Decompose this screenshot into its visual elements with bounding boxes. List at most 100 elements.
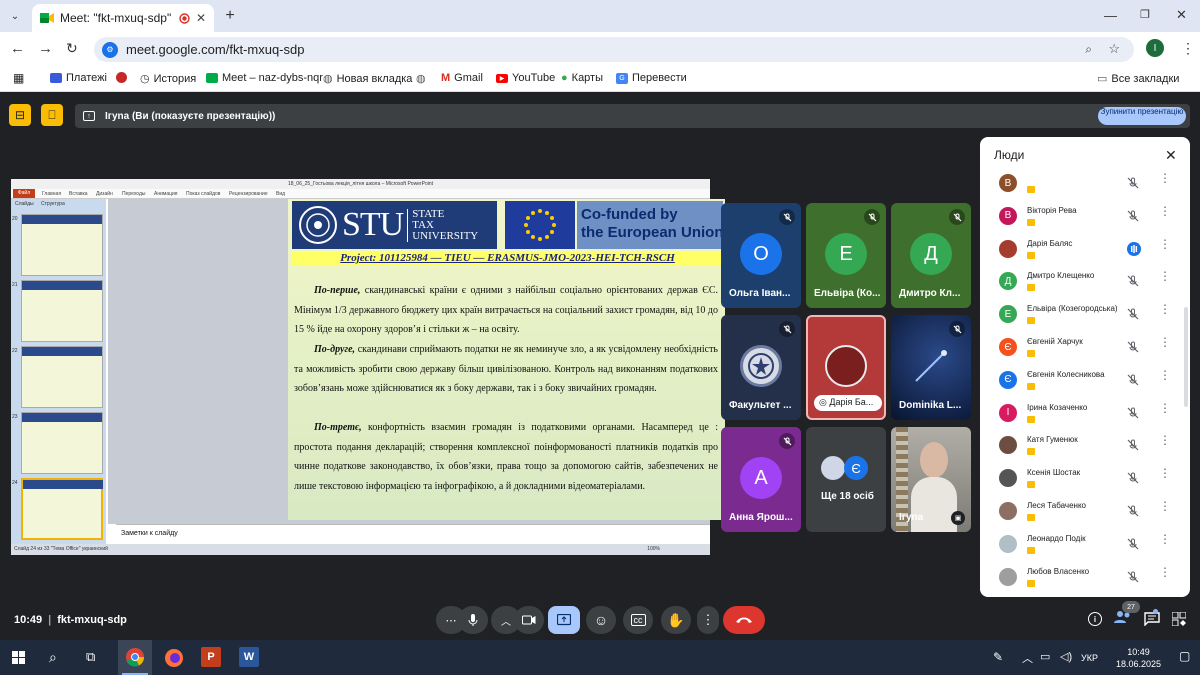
mic-button[interactable] [458, 606, 488, 634]
ppt-tab-design[interactable]: Дизайн [96, 191, 113, 197]
battery-icon[interactable]: ▭ [1040, 650, 1050, 663]
participant-list-item[interactable]: Е Ельвіра (Козегородська) ⋮ [980, 301, 1190, 333]
more-vert-icon[interactable]: ⋮ [1159, 238, 1171, 250]
participant-list-item[interactable]: В Вікторія Рева ⋮ [980, 203, 1190, 235]
slide-thumbnail[interactable] [21, 280, 103, 342]
more-vert-icon[interactable]: ⋮ [1159, 467, 1171, 479]
captions-button[interactable]: cc [623, 606, 653, 634]
more-vert-icon[interactable]: ⋮ [1159, 303, 1171, 315]
windows-start-icon[interactable] [12, 651, 25, 669]
participant-list-item[interactable]: Д Дмитро Клещенко ⋮ [980, 268, 1190, 300]
activities-button[interactable] [1171, 611, 1187, 631]
ppt-zoom[interactable]: 100% [647, 546, 660, 552]
ppt-file-tab[interactable]: Файл [13, 189, 35, 198]
close-tab-icon[interactable]: ✕ [196, 11, 206, 25]
stop-presenting-button[interactable]: Зупинити презентацію [1098, 107, 1186, 125]
participant-list-item[interactable]: Дарія Баляс ⋮ [980, 236, 1190, 268]
participant-list-item[interactable]: І Ірина Козаченко ⋮ [980, 400, 1190, 432]
present-button[interactable] [548, 606, 580, 634]
bookmark-youtube[interactable]: ▶ YouTube [496, 72, 555, 84]
taskbar-firefox[interactable] [164, 648, 184, 673]
bookmark-favicon-2[interactable]: ◍ [416, 72, 426, 85]
ppt-tab-review[interactable]: Рецензирование [229, 191, 268, 197]
hide-panel-icon[interactable]: ⊟ [9, 104, 31, 126]
ppt-tab-slideshow[interactable]: Показ слайдов [186, 191, 220, 197]
more-vert-icon[interactable]: ⋮ [1159, 566, 1171, 578]
slide-thumbnail[interactable] [21, 346, 103, 408]
omnibox[interactable]: ⚙ meet.google.com/fkt-mxuq-sdp ⌕ ☆ [94, 37, 1134, 62]
ppt-tab-view[interactable]: Вид [276, 191, 285, 197]
browser-tab-meet[interactable]: Meet: "fkt-mxuq-sdp" ✕ [32, 4, 214, 32]
site-info-icon[interactable]: ⚙ [102, 41, 118, 58]
reactions-button[interactable]: ☺ [586, 606, 616, 634]
tray-chevron-icon[interactable]: ︿ [1022, 650, 1033, 666]
slide-thumbnail-selected[interactable] [21, 478, 103, 540]
ppt-tab-transitions[interactable]: Переходы [122, 191, 145, 197]
taskbar-powerpoint-icon[interactable]: P [201, 647, 221, 667]
new-tab-button[interactable]: + [222, 6, 238, 26]
ppt-tab-slides[interactable]: Слайды [15, 201, 34, 207]
bookmark-meet[interactable]: Meet – naz-dybs-nqr [206, 72, 323, 84]
taskbar-chrome[interactable] [118, 640, 152, 675]
ppt-tab-outline[interactable]: Структура [41, 201, 65, 207]
volume-icon[interactable]: ◁) [1060, 650, 1072, 663]
participant-list-item[interactable]: Леонардо Подік ⋮ [980, 531, 1190, 563]
more-vert-icon[interactable]: ⋮ [1159, 336, 1171, 348]
camera-button[interactable] [514, 606, 544, 634]
minimize-icon[interactable]: — [1104, 8, 1117, 23]
bookmark-platezhi[interactable]: Платежі [50, 72, 107, 84]
participant-list-item[interactable]: Катя Гуменюк ⋮ [980, 432, 1190, 464]
participant-tile[interactable]: Д Дмитро Кл... [891, 203, 971, 308]
close-window-icon[interactable]: ✕ [1176, 7, 1187, 23]
participant-list-item[interactable]: В ⋮ [980, 170, 1190, 202]
participant-list-item[interactable]: Є Євгеній Харчук ⋮ [980, 334, 1190, 366]
leave-call-button[interactable] [723, 606, 765, 634]
slide-thumbnail[interactable] [21, 214, 103, 276]
bookmark-translate[interactable]: G Перевести [616, 72, 687, 84]
back-icon[interactable]: ← [10, 40, 25, 57]
more-participants-tile[interactable]: Є Ще 18 осіб [806, 427, 886, 532]
forward-icon[interactable]: → [38, 40, 53, 57]
participant-list-item[interactable]: Леся Табаченко ⋮ [980, 498, 1190, 530]
menu-icon[interactable]: ⋮ [1181, 40, 1195, 57]
ppt-tab-insert[interactable]: Вставка [69, 191, 88, 197]
all-bookmarks[interactable]: ▭ Все закладки [1097, 72, 1179, 86]
participant-tile[interactable]: Факультет ... [721, 315, 801, 420]
participant-tile[interactable]: Е Ельвіра (Ко... [806, 203, 886, 308]
participant-list-item[interactable]: Любов Власенко ⋮ [980, 564, 1190, 596]
meeting-details-icon[interactable]: i [1088, 612, 1102, 626]
ppt-tab-animation[interactable]: Анимация [154, 191, 177, 197]
bookmark-new-tab[interactable]: ◍ Новая вкладка [323, 72, 412, 86]
more-vert-icon[interactable]: ⋮ [1159, 402, 1171, 414]
tab-list-button[interactable]: ⌄ [6, 8, 24, 24]
slide-thumbnail[interactable] [21, 412, 103, 474]
raise-hand-button[interactable]: ✋ [661, 606, 691, 634]
notifications-icon[interactable]: ▢ [1179, 649, 1190, 663]
pen-icon[interactable]: ✎ [993, 650, 1003, 664]
search-icon[interactable]: ⌕ [49, 649, 57, 666]
participant-tile[interactable]: А Анна Ярош... [721, 427, 801, 532]
ppt-tab-home[interactable]: Главная [42, 191, 61, 197]
more-vert-icon[interactable]: ⋮ [1159, 533, 1171, 545]
profile-avatar[interactable]: I [1146, 39, 1164, 57]
bookmark-star-icon[interactable]: ☆ [1108, 41, 1120, 57]
more-vert-icon[interactable]: ⋮ [1159, 434, 1171, 446]
restore-icon[interactable]: ❐ [1140, 8, 1150, 21]
task-view-icon[interactable]: ⧉ [86, 649, 95, 665]
apps-grid-icon[interactable]: ▦ [13, 71, 24, 85]
input-language[interactable]: УКР [1081, 653, 1098, 663]
more-vert-icon[interactable]: ⋮ [1159, 500, 1171, 512]
pin-presentation-icon[interactable]: ⎕ [41, 104, 63, 126]
bookmark-gmail[interactable]: M Gmail [441, 72, 483, 84]
self-view-options-icon[interactable]: ▣ [951, 511, 965, 525]
taskbar-word-icon[interactable]: W [239, 647, 259, 667]
self-view-tile[interactable]: Ігуna ▣ [891, 427, 971, 532]
bookmark-favicon[interactable] [116, 72, 127, 83]
participant-list-item[interactable]: Є Євгенія Колесникова ⋮ [980, 367, 1190, 399]
participant-tile[interactable]: О Ольга Іван... [721, 203, 801, 308]
more-vert-icon[interactable]: ⋮ [1159, 172, 1171, 184]
ppt-notes-field[interactable]: Заметки к слайду [116, 524, 710, 544]
zoom-icon[interactable]: ⌕ [1085, 42, 1092, 57]
participant-tile[interactable]: Dominika L... [891, 315, 971, 420]
participant-tile-speaking[interactable]: ◎ Дарія Ба... [806, 315, 886, 420]
